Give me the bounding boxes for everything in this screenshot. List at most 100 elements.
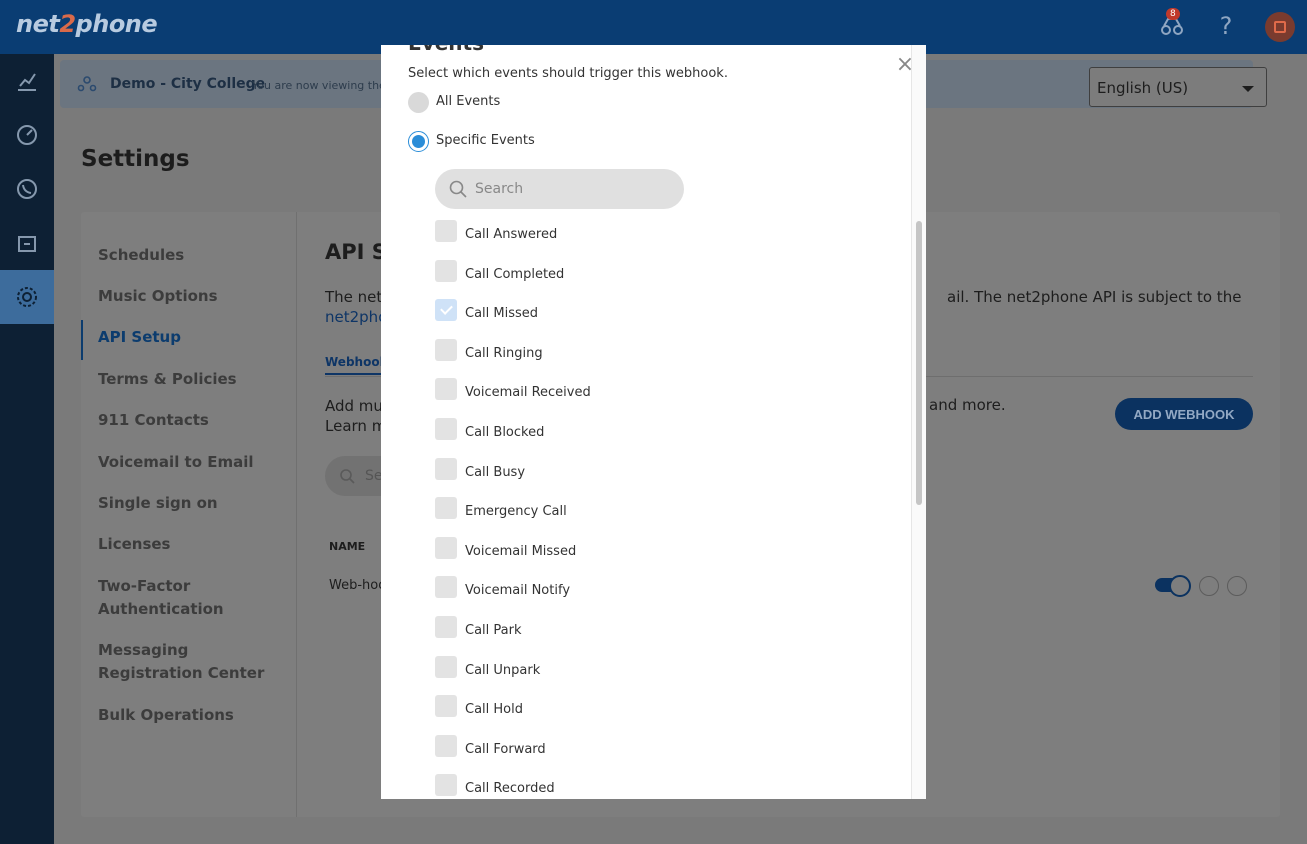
nav-dashboard[interactable] — [0, 108, 54, 162]
checkbox[interactable] — [435, 616, 457, 638]
notification-badge: 8 — [1166, 8, 1180, 20]
search-icon — [449, 180, 467, 198]
side-item-api-setup[interactable]: API Setup — [98, 326, 288, 349]
event-label: Emergency Call — [465, 504, 567, 519]
event-label: Call Completed — [465, 267, 565, 282]
event-label: Voicemail Missed — [465, 544, 577, 559]
checkbox[interactable] — [435, 458, 457, 480]
radio-button[interactable] — [408, 92, 429, 113]
checkbox[interactable] — [435, 339, 457, 361]
side-item-bulk-operations[interactable]: Bulk Operations — [98, 704, 288, 727]
event-row[interactable]: Call Recorded — [435, 774, 555, 796]
radio-specific-events[interactable]: Specific Events — [408, 131, 535, 152]
net2phone-logo[interactable]: net2phone — [16, 10, 158, 38]
side-item-two-factor[interactable]: Two-Factor Authentication — [98, 575, 288, 621]
event-label: Call Unpark — [465, 663, 541, 678]
account-name: Demo - City College — [110, 76, 266, 92]
checkbox[interactable] — [435, 537, 457, 559]
radio-button-selected[interactable] — [408, 131, 429, 152]
event-label: Voicemail Received — [465, 385, 591, 400]
event-search-input[interactable] — [475, 181, 665, 197]
nav-analytics[interactable] — [0, 54, 54, 108]
event-row[interactable]: Call Hold — [435, 695, 523, 717]
nav-settings[interactable] — [0, 270, 54, 324]
side-item-terms-policies[interactable]: Terms & Policies — [98, 368, 288, 391]
edit-icon[interactable] — [1199, 576, 1219, 596]
event-row[interactable]: Call Ringing — [435, 339, 543, 361]
radio-all-events[interactable]: All Events — [408, 92, 500, 113]
phone-icon — [17, 179, 37, 199]
notifications-icon[interactable]: 8 — [1158, 8, 1186, 40]
checkbox[interactable] — [435, 695, 457, 717]
checkbox[interactable] — [435, 418, 457, 440]
side-item-schedules[interactable]: Schedules — [98, 244, 288, 267]
settings-side-menu: Schedules Music Options API Setup Terms … — [81, 212, 297, 817]
checkbox[interactable] — [435, 774, 457, 796]
webhook-description: Add mul Learn m — [325, 397, 388, 435]
active-indicator — [81, 320, 83, 360]
event-label: Call Blocked — [465, 425, 545, 440]
event-label: Voicemail Notify — [465, 583, 571, 598]
users-icon — [77, 76, 97, 92]
event-row[interactable]: Voicemail Notify — [435, 576, 571, 598]
event-row[interactable]: Call Busy — [435, 458, 526, 480]
checkbox[interactable] — [435, 576, 457, 598]
side-item-messaging-registration[interactable]: Messaging Registration Center — [98, 639, 288, 685]
event-row[interactable]: Call Park — [435, 616, 522, 638]
nav-company[interactable] — [0, 216, 54, 270]
modal-heading: Events — [408, 45, 484, 55]
avatar[interactable] — [1265, 12, 1295, 42]
column-header-name: NAME — [329, 540, 366, 553]
event-row[interactable]: Voicemail Missed — [435, 537, 577, 559]
webhook-row-name: Web-hoo — [329, 578, 387, 593]
gear-icon — [17, 287, 37, 307]
side-item-single-sign-on[interactable]: Single sign on — [98, 492, 288, 515]
event-row[interactable]: Emergency Call — [435, 497, 567, 519]
event-row[interactable]: Call Unpark — [435, 656, 541, 678]
search-icon — [340, 469, 355, 484]
checkbox-checked[interactable] — [435, 299, 457, 321]
api-setup-title: API S — [325, 240, 387, 264]
checkbox[interactable] — [435, 378, 457, 400]
building-icon — [18, 236, 36, 252]
checkbox[interactable] — [435, 656, 457, 678]
side-item-911-contacts[interactable]: 911 Contacts — [98, 409, 288, 432]
event-row[interactable]: Call Forward — [435, 735, 546, 757]
event-label: Call Forward — [465, 742, 546, 757]
user-icon — [1274, 21, 1286, 33]
add-webhook-button[interactable]: ADD WEBHOOK — [1115, 398, 1253, 430]
checkbox[interactable] — [435, 220, 457, 242]
analytics-icon — [18, 73, 36, 91]
event-label: Call Missed — [465, 306, 539, 321]
events-modal: Events × Select which events should trig… — [381, 45, 926, 799]
event-label: Call Answered — [465, 227, 558, 242]
delete-icon[interactable] — [1227, 576, 1247, 596]
event-label: Call Busy — [465, 465, 526, 480]
help-icon[interactable]: ? — [1212, 12, 1240, 40]
side-item-licenses[interactable]: Licenses — [98, 533, 288, 556]
checkbox[interactable] — [435, 497, 457, 519]
webhook-enabled-toggle[interactable] — [1155, 575, 1191, 597]
modal-description: Select which events should trigger this … — [408, 66, 728, 81]
side-item-voicemail-to-email[interactable]: Voicemail to Email — [98, 451, 288, 474]
event-label: Call Hold — [465, 702, 523, 717]
checkbox[interactable] — [435, 260, 457, 282]
scrollbar-thumb[interactable] — [916, 221, 922, 505]
language-select[interactable]: English (US) — [1089, 67, 1267, 107]
nav-calls[interactable] — [0, 162, 54, 216]
checkbox[interactable] — [435, 735, 457, 757]
scrollbar[interactable] — [911, 45, 926, 799]
event-label: Call Recorded — [465, 781, 555, 796]
side-item-music-options[interactable]: Music Options — [98, 285, 288, 308]
left-nav — [0, 54, 54, 844]
event-row[interactable]: Call Answered — [435, 220, 558, 242]
chevron-down-icon — [1242, 86, 1254, 92]
event-row[interactable]: Call Blocked — [435, 418, 545, 440]
event-row[interactable]: Call Missed — [435, 299, 539, 321]
page-title: Settings — [81, 146, 190, 172]
webhook-description-end: and more. — [929, 396, 1006, 414]
event-label: Call Park — [465, 623, 522, 638]
tab-webhooks[interactable]: Webhook — [325, 355, 388, 375]
event-row[interactable]: Call Completed — [435, 260, 565, 282]
event-row[interactable]: Voicemail Received — [435, 378, 591, 400]
